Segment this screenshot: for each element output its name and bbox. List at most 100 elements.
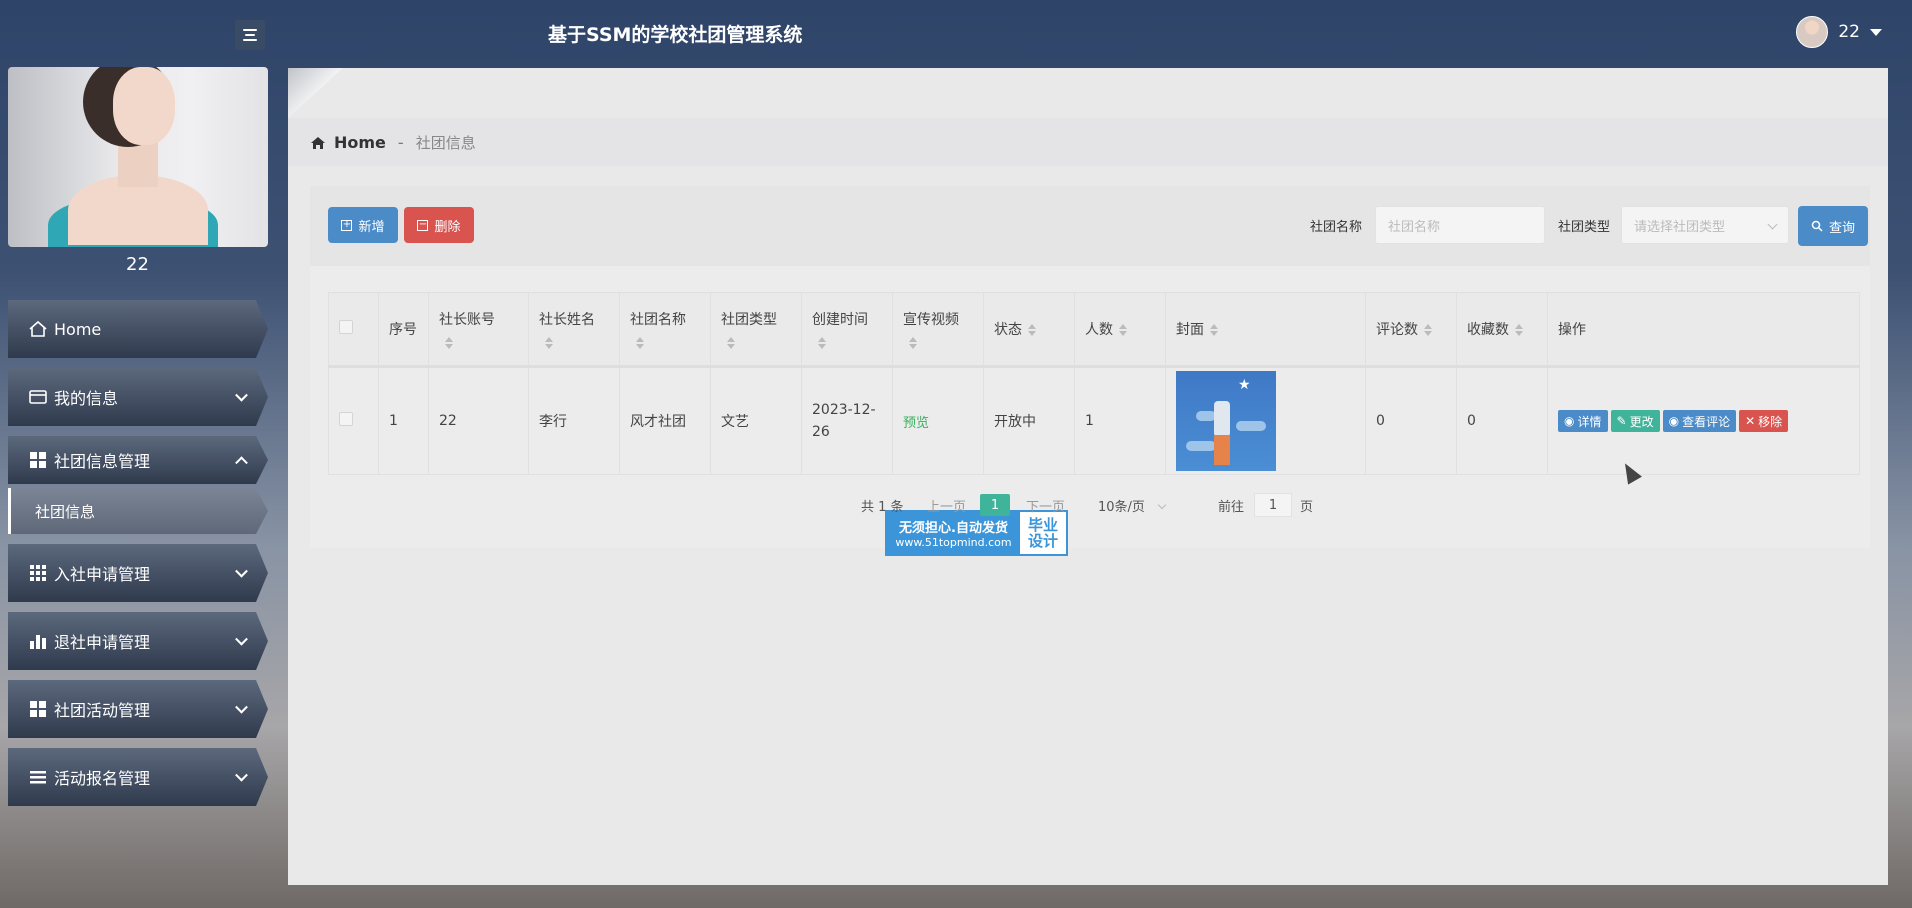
list-icon xyxy=(28,767,48,787)
cell-cover: ★ xyxy=(1165,366,1366,475)
cell-operations: ◉ 详情 ✎ 更改 ◉ 查看评论 ✕ 移除 xyxy=(1547,366,1860,475)
home-icon xyxy=(310,135,326,149)
sidebar-subitem-club-info[interactable]: 社团信息 xyxy=(8,488,268,534)
club-name-input[interactable]: 社团名称 xyxy=(1375,206,1545,244)
sort-icon[interactable] xyxy=(727,337,791,349)
column-header[interactable]: 社长账号 xyxy=(428,292,529,367)
column-header[interactable]: 创建时间 xyxy=(801,292,893,367)
chevron-down-icon xyxy=(235,632,248,646)
sidebar-item-leave-requests[interactable]: 退社申请管理 xyxy=(8,612,268,670)
cell-club-name: 风才社团 xyxy=(619,366,711,475)
sidebar: 22 Home 我的信息 社团信息管理 社团信息 入社申请管理 退社申请管理 社… xyxy=(0,66,275,908)
pager-goto-suffix: 页 xyxy=(1300,499,1314,515)
chevron-down-icon xyxy=(235,700,248,714)
column-header[interactable]: 社长姓名 xyxy=(528,292,620,367)
sort-icon[interactable] xyxy=(545,337,609,349)
sidebar-item-label: 社团活动管理 xyxy=(54,701,151,720)
add-button[interactable]: + 新增 xyxy=(328,207,398,243)
close-icon: ✕ xyxy=(1745,414,1756,428)
cell-index: 1 xyxy=(378,366,429,475)
pager-goto-input[interactable]: 1 xyxy=(1254,493,1292,517)
view-comments-button[interactable]: ◉ 查看评论 xyxy=(1662,410,1737,432)
select-all-checkbox[interactable] xyxy=(339,320,353,334)
cell-leader-account: 22 xyxy=(428,366,529,475)
pager-next[interactable]: 下一页 xyxy=(1026,496,1065,515)
sort-icon[interactable] xyxy=(1028,324,1036,336)
chevron-down-icon xyxy=(235,768,248,782)
pager-total: 共 1 条 xyxy=(861,499,904,515)
sidebar-item-join-requests[interactable]: 入社申请管理 xyxy=(8,544,268,602)
row-select-cell[interactable] xyxy=(328,366,379,475)
sort-icon[interactable] xyxy=(1515,324,1523,336)
top-bar: 基于SSM的学校社团管理系统 22 xyxy=(0,0,1912,66)
minus-square-icon: − xyxy=(417,219,429,231)
club-name-filter-label: 社团名称 xyxy=(1310,220,1363,235)
edit-button[interactable]: ✎ 更改 xyxy=(1610,410,1660,432)
column-header[interactable]: 社团名称 xyxy=(619,292,711,367)
sort-icon[interactable] xyxy=(818,337,882,349)
club-type-filter-label: 社团类型 xyxy=(1558,220,1611,235)
column-header[interactable]: 状态 xyxy=(983,292,1075,367)
select-all-cell[interactable] xyxy=(328,292,379,367)
row-checkbox[interactable] xyxy=(339,412,353,426)
column-header[interactable]: 评论数 xyxy=(1365,292,1457,367)
cell-leader-name: 李行 xyxy=(528,366,620,475)
table-row: 1 22 李行 风才社团 文艺 2023-12-26 预览 开放中 1 ★ 0 … xyxy=(328,366,1860,475)
sidebar-subitem-label: 社团信息 xyxy=(35,502,96,521)
column-header[interactable]: 社团类型 xyxy=(710,292,802,367)
cell-video: 预览 xyxy=(892,366,984,475)
sort-icon[interactable] xyxy=(636,337,700,349)
sort-icon[interactable] xyxy=(1119,324,1127,336)
toolbar: + 新增 − 删除 社团名称 社团名称 社团类型 请选择社团类型 查询 xyxy=(310,186,1870,266)
star-icon: ★ xyxy=(1238,377,1251,393)
page-size-select[interactable]: 10条/页 xyxy=(1098,496,1167,515)
sort-icon[interactable] xyxy=(909,337,973,349)
chevron-down-icon xyxy=(235,388,248,402)
column-header[interactable]: 封面 xyxy=(1165,292,1366,367)
plus-square-icon: + xyxy=(341,219,353,231)
column-header[interactable]: 人数 xyxy=(1074,292,1166,367)
sidebar-item-activity-signup[interactable]: 活动报名管理 xyxy=(8,748,268,806)
chevron-down-icon xyxy=(1157,500,1167,510)
query-button[interactable]: 查询 xyxy=(1798,206,1868,246)
column-header[interactable]: 宣传视频 xyxy=(892,292,984,367)
sidebar-item-label: 退社申请管理 xyxy=(54,633,151,652)
query-button-label: 查询 xyxy=(1828,220,1855,236)
sort-icon[interactable] xyxy=(445,337,518,349)
home-icon xyxy=(28,319,48,339)
club-type-select[interactable]: 请选择社团类型 xyxy=(1621,206,1789,244)
grid-icon xyxy=(28,450,48,470)
club-table: 序号 社长账号 社长姓名 社团名称 社团类型 创建时间 宣传视频 状态 人数 封… xyxy=(328,292,1860,475)
pager-page-1[interactable]: 1 xyxy=(980,494,1010,516)
column-header[interactable]: 收藏数 xyxy=(1456,292,1548,367)
chevron-down-icon xyxy=(1767,219,1778,230)
pager-prev[interactable]: 上一页 xyxy=(927,496,966,515)
sidebar-item-label: 社团信息管理 xyxy=(54,452,151,471)
sort-icon[interactable] xyxy=(1210,324,1218,336)
caret-down-icon[interactable] xyxy=(1870,28,1882,36)
user-avatar[interactable] xyxy=(1796,16,1829,48)
sidebar-nav: Home 我的信息 社团信息管理 社团信息 入社申请管理 退社申请管理 社团活动… xyxy=(8,300,268,816)
breadcrumb-home-link[interactable]: Home xyxy=(334,133,386,152)
breadcrumb: Home - 社团信息 xyxy=(288,118,1888,166)
sidebar-item-club-info-management[interactable]: 社团信息管理 xyxy=(8,436,268,484)
column-header: 序号 xyxy=(378,292,429,367)
cell-favorites: 0 xyxy=(1456,366,1548,475)
sort-icon[interactable] xyxy=(1424,324,1432,336)
remove-button[interactable]: ✕ 移除 xyxy=(1739,410,1789,432)
menu-toggle-button[interactable] xyxy=(235,20,265,50)
cell-status: 开放中 xyxy=(983,366,1075,475)
username[interactable]: 22 xyxy=(1838,22,1860,42)
breadcrumb-current: 社团信息 xyxy=(415,133,476,152)
table-header-row: 序号 社长账号 社长姓名 社团名称 社团类型 创建时间 宣传视频 状态 人数 封… xyxy=(328,292,1860,367)
sidebar-item-activity-management[interactable]: 社团活动管理 xyxy=(8,680,268,738)
sidebar-item-home[interactable]: Home xyxy=(8,300,268,358)
watermark-url: www.51topmind.com xyxy=(895,536,1012,549)
video-preview-link[interactable]: 预览 xyxy=(903,416,929,431)
cover-image[interactable]: ★ xyxy=(1176,371,1276,471)
delete-button[interactable]: − 删除 xyxy=(404,207,474,243)
detail-button[interactable]: ◉ 详情 xyxy=(1558,410,1608,432)
user-menu[interactable]: 22 xyxy=(1796,16,1882,48)
sidebar-item-my-info[interactable]: 我的信息 xyxy=(8,368,268,426)
profile-photo xyxy=(8,67,268,247)
